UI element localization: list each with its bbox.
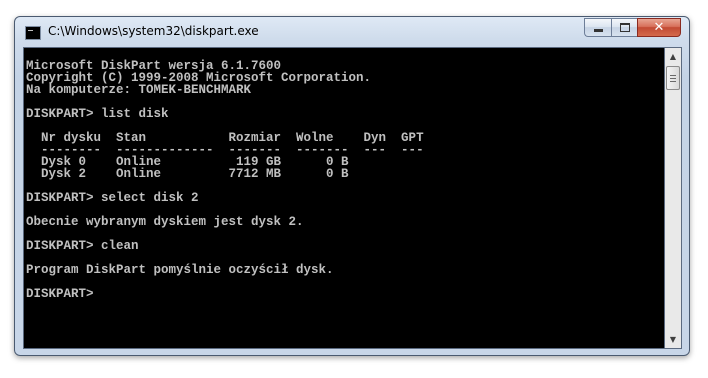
console-app-icon[interactable]: [25, 26, 41, 40]
caption-buttons: ✕: [584, 18, 681, 37]
arrow-up-icon: ▲: [669, 52, 677, 61]
grip-line: [670, 75, 676, 76]
maximize-button[interactable]: [611, 18, 637, 37]
maximize-icon: [619, 23, 630, 32]
scroll-down-button[interactable]: ▼: [665, 331, 681, 348]
console-line: DISKPART> clean: [26, 239, 139, 253]
scrollbar-thumb[interactable]: [666, 66, 680, 90]
console-line: Program DiskPart pomyślnie oczyścił dysk…: [26, 263, 334, 277]
console-text: Microsoft DiskPart wersja 6.1.7600 Copyr…: [24, 48, 664, 301]
grip-line: [670, 81, 676, 82]
close-button[interactable]: ✕: [637, 18, 681, 37]
console-output-area[interactable]: Microsoft DiskPart wersja 6.1.7600 Copyr…: [23, 47, 665, 349]
console-line: DISKPART>: [26, 287, 94, 301]
console-line: Na komputerze: TOMEK-BENCHMARK: [26, 83, 252, 97]
console-line: DISKPART> list disk: [26, 107, 169, 121]
scroll-up-button[interactable]: ▲: [665, 48, 681, 65]
minimize-button[interactable]: [584, 18, 611, 37]
arrow-down-icon: ▼: [669, 335, 677, 344]
vertical-scrollbar[interactable]: ▲ ▼: [665, 47, 682, 349]
console-window: C:\Windows\system32\diskpart.exe ✕ Micro…: [14, 16, 690, 356]
grip-line: [670, 78, 676, 79]
window-title: C:\Windows\system32\diskpart.exe: [48, 24, 259, 38]
title-bar[interactable]: C:\Windows\system32\diskpart.exe ✕: [15, 17, 689, 47]
console-line: Obecnie wybranym dyskiem jest dysk 2.: [26, 215, 304, 229]
minimize-icon: [593, 29, 603, 32]
console-line: DISKPART> select disk 2: [26, 191, 199, 205]
console-line: Dysk 2 Online 7712 MB 0 B: [26, 167, 349, 181]
close-icon: ✕: [653, 20, 665, 35]
